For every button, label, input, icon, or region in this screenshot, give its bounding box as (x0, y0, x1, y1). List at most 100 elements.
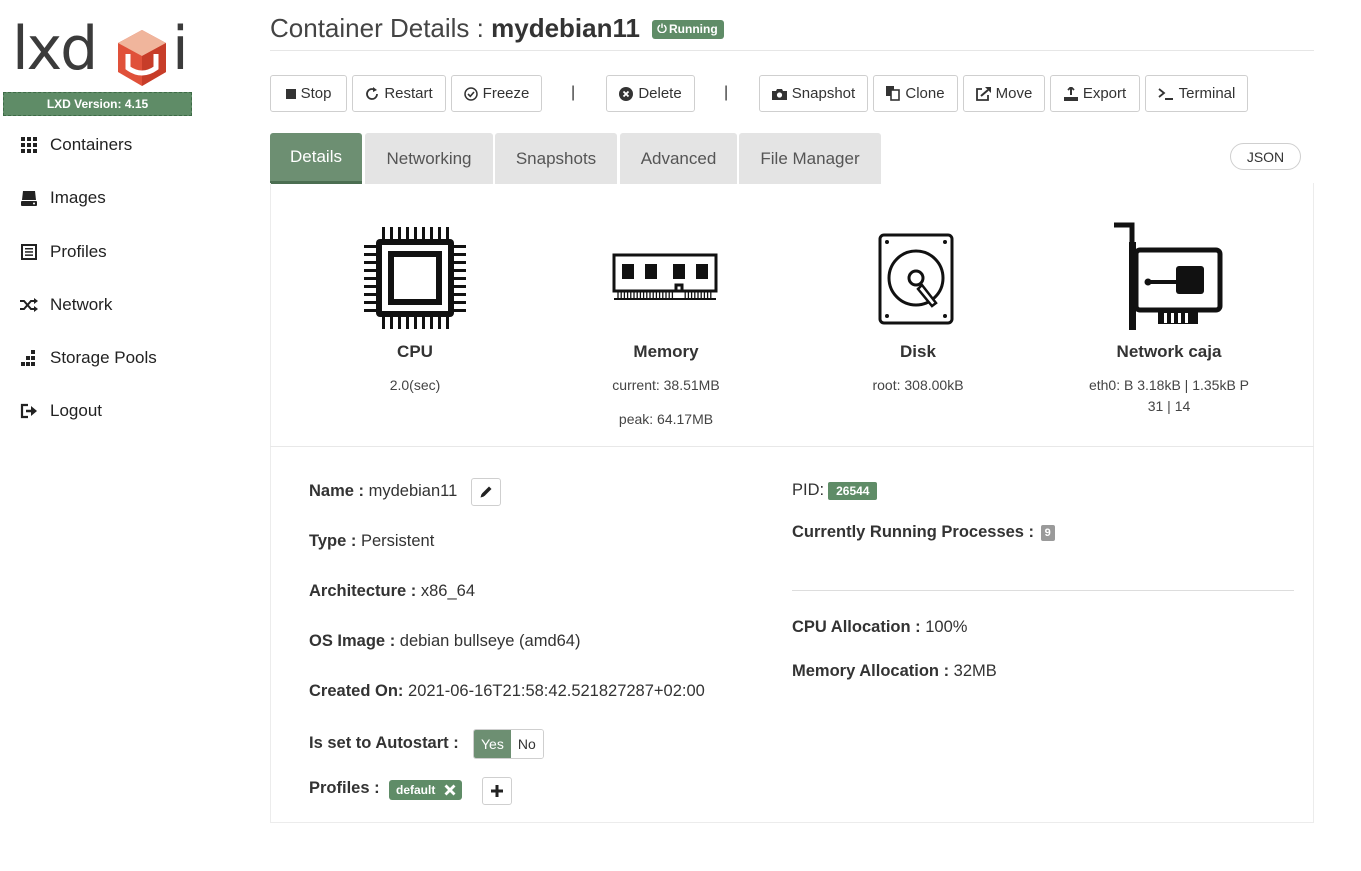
sidebar-item-label: Images (50, 188, 106, 207)
autostart-label: Is set to Autostart : (309, 734, 459, 752)
sidebar-item-containers[interactable]: Containers (20, 128, 220, 162)
lxdui-logo[interactable]: lxd i (12, 14, 192, 86)
pencil-icon (480, 486, 492, 498)
sidebar-item-logout[interactable]: Logout (20, 394, 220, 428)
processes-label: Currently Running Processes : (792, 523, 1039, 541)
restart-button[interactable]: Restart (352, 75, 446, 112)
memory-allocation-row: Memory Allocation : 32MB (792, 662, 997, 681)
processes-row: Currently Running Processes : 9 (792, 523, 1055, 542)
os-image-row: OS Image : debian bullseye (amd64) (309, 632, 580, 651)
lxd-version-badge: LXD Version: 4.15 (3, 92, 192, 116)
right-divider (792, 590, 1294, 591)
terminal-button[interactable]: Terminal (1145, 75, 1248, 112)
check-circle-icon (463, 86, 478, 101)
export-icon (1063, 86, 1078, 101)
export-button[interactable]: Export (1050, 75, 1140, 112)
tab-snapshots[interactable]: Snapshots (495, 133, 617, 184)
disk-value: root: 308.00kB (872, 377, 964, 393)
profile-tag: default (389, 780, 463, 800)
cpu-title: CPU (397, 342, 433, 361)
title-prefix: Container Details : (270, 13, 492, 43)
profiles-row: Profiles : (309, 779, 380, 798)
sidebar-item-profiles[interactable]: Profiles (20, 235, 220, 269)
logo-text: lxd (12, 14, 98, 84)
json-button[interactable]: JSON (1230, 143, 1301, 170)
snapshot-label: Snapshot (791, 85, 856, 102)
name-row: Name : mydebian11 (309, 482, 457, 501)
terminal-label: Terminal (1178, 85, 1236, 102)
cpu-value: 2.0(sec) (389, 377, 441, 393)
export-label: Export (1082, 85, 1127, 102)
freeze-button[interactable]: Freeze (451, 75, 542, 112)
created-on-value: 2021-06-16T21:58:42.521827287+02:00 (408, 682, 705, 700)
sidebar-item-images[interactable]: Images (20, 181, 220, 215)
restart-icon (365, 86, 379, 101)
times-circle-icon (619, 86, 634, 101)
network-line-2: 31 | 14 (1147, 398, 1191, 414)
autostart-no-option[interactable]: No (510, 730, 543, 758)
camera-icon (771, 88, 787, 100)
pid-label: PID: (792, 481, 825, 499)
autostart-yes-option[interactable]: Yes (474, 730, 511, 758)
shuffle-icon (20, 296, 38, 314)
delete-label: Delete (638, 85, 682, 102)
delete-button[interactable]: Delete (606, 75, 695, 112)
cube-icon (118, 30, 166, 86)
sidebar-item-label: Network (50, 295, 113, 314)
sidebar-item-label: Storage Pools (50, 348, 157, 367)
add-profile-button[interactable] (482, 777, 512, 805)
sidebar-item-network[interactable]: Network (20, 288, 220, 322)
architecture-value: x86_64 (420, 582, 475, 600)
move-button[interactable]: Move (963, 75, 1045, 112)
container-name: mydebian11 (491, 13, 640, 43)
tab-networking[interactable]: Networking (365, 133, 493, 184)
copy-icon (886, 86, 901, 101)
network-title: Network caja (1116, 342, 1222, 361)
stop-button[interactable]: Stop (270, 75, 347, 112)
power-icon (657, 22, 667, 36)
tab-details[interactable]: Details (270, 133, 362, 184)
remove-profile-icon[interactable] (444, 784, 456, 796)
autostart-row: Is set to Autostart : (309, 734, 459, 753)
disk-icon (878, 233, 954, 325)
sidebar-item-storage-pools[interactable]: Storage Pools (20, 341, 220, 375)
share-square-icon (975, 86, 991, 101)
memory-title: Memory (633, 342, 699, 361)
page-title: Container Details : mydebian11 (270, 13, 640, 44)
tab-advanced[interactable]: Advanced (620, 133, 737, 184)
memory-allocation-value: 32MB (953, 662, 997, 680)
clone-label: Clone (905, 85, 945, 102)
network-card-icon (1114, 222, 1223, 330)
logo-i: i (172, 14, 189, 84)
page-header: Container Details : mydebian11 Running (270, 10, 1314, 51)
metrics-divider (270, 446, 1314, 447)
autostart-toggle[interactable]: Yes No (473, 729, 544, 759)
snapshot-button[interactable]: Snapshot (759, 75, 868, 112)
architecture-row: Architecture : x86_64 (309, 582, 475, 601)
tab-file-manager[interactable]: File Manager (739, 133, 881, 184)
clone-button[interactable]: Clone (873, 75, 958, 112)
list-icon (20, 243, 38, 261)
memory-icon (612, 253, 718, 300)
architecture-label: Architecture : (309, 582, 421, 600)
edit-name-button[interactable] (471, 478, 501, 506)
logout-icon (20, 402, 38, 420)
restart-label: Restart (384, 85, 433, 102)
disk-title: Disk (900, 342, 936, 361)
toolbar-separator: | (724, 84, 729, 101)
terminal-icon (1158, 87, 1174, 100)
status-badge: Running (652, 20, 724, 39)
profiles-label: Profiles : (309, 779, 380, 797)
type-row: Type : Persistent (309, 532, 434, 551)
profile-tag-label: default (396, 783, 436, 797)
memory-peak: peak: 64.17MB (618, 411, 714, 427)
type-label: Type : (309, 532, 361, 550)
pid-badge: 26544 (828, 481, 878, 500)
created-on-row: Created On: 2021-06-16T21:58:42.52182728… (309, 682, 705, 701)
freeze-label: Freeze (482, 85, 530, 102)
cpu-icon (364, 227, 466, 329)
created-on-label: Created On: (309, 682, 409, 700)
stop-icon (285, 88, 296, 99)
cpu-allocation-row: CPU Allocation : 100% (792, 618, 967, 637)
memory-current: current: 38.51MB (612, 377, 720, 393)
